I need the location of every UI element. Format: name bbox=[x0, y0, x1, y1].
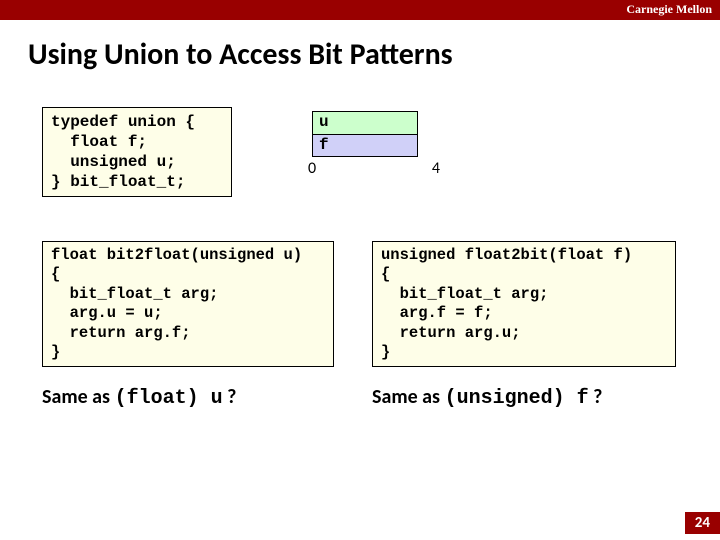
tick-0: 0 bbox=[308, 159, 316, 178]
q-post: ? bbox=[223, 385, 237, 409]
page-title: Using Union to Access Bit Patterns bbox=[0, 20, 720, 73]
top-row: typedef union { float f; unsigned u; } b… bbox=[0, 107, 720, 197]
q-pre: Same as bbox=[372, 385, 445, 409]
union-cell-u: u bbox=[312, 111, 418, 134]
two-columns: float bit2float(unsigned u) { bit_float_… bbox=[0, 241, 720, 410]
union-cell-f: f bbox=[312, 134, 418, 157]
byte-ticks: 0 4 bbox=[312, 159, 418, 179]
q-pre: Same as bbox=[42, 385, 115, 409]
left-column: float bit2float(unsigned u) { bit_float_… bbox=[42, 241, 342, 410]
right-question: Same as (unsigned) f ? bbox=[372, 385, 692, 410]
q-mono: (unsigned) f bbox=[445, 387, 589, 410]
q-mono: (float) u bbox=[115, 387, 223, 410]
right-column: unsigned float2bit(float f) { bit_float_… bbox=[372, 241, 692, 410]
q-post: ? bbox=[589, 385, 603, 409]
page-number: 24 bbox=[685, 512, 720, 534]
tick-4: 4 bbox=[432, 159, 440, 178]
brand-label: Carnegie Mellon bbox=[626, 2, 712, 17]
bit2float-code-box: float bit2float(unsigned u) { bit_float_… bbox=[42, 241, 334, 367]
typedef-code-box: typedef union { float f; unsigned u; } b… bbox=[42, 107, 232, 197]
float2bit-code-box: unsigned float2bit(float f) { bit_float_… bbox=[372, 241, 676, 367]
header-bar: Carnegie Mellon bbox=[0, 0, 720, 20]
union-diagram: u f 0 4 bbox=[312, 111, 418, 179]
left-question: Same as (float) u ? bbox=[42, 385, 342, 410]
